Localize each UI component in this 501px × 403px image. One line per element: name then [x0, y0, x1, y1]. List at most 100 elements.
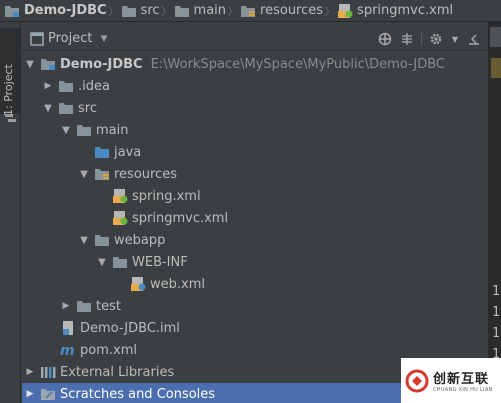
breadcrumb-project-label: Demo-JDBC	[24, 3, 107, 18]
panel-toolbar: ▼	[377, 27, 482, 51]
collapsed-arrow-icon[interactable]: ▶	[42, 81, 54, 91]
tree-item-label: pom.xml	[80, 342, 137, 358]
tree-item-label: .idea	[78, 78, 110, 94]
tree-item-label: External Libraries	[60, 364, 175, 380]
folder-icon	[59, 81, 73, 92]
project-view-selector[interactable]: Project ▼	[22, 31, 107, 46]
spring-xml-icon	[113, 189, 128, 203]
collapsed-arrow-icon[interactable]: ▶	[24, 389, 36, 399]
breadcrumb: Demo-JDBC 〉 src 〉 main 〉 resources 〉 spr…	[0, 0, 501, 22]
settings-dropdown-icon[interactable]: ▼	[450, 31, 460, 47]
tree-item-label: src	[78, 100, 97, 116]
collapsed-arrow-icon[interactable]: ▶	[24, 367, 36, 377]
folder-icon	[59, 103, 73, 114]
spring-xml-icon	[338, 3, 353, 18]
ide-window: Demo-JDBC 〉 src 〉 main 〉 resources 〉 spr…	[0, 0, 501, 403]
tree-item-label: webapp	[114, 232, 166, 248]
gutter-line-number: 1	[492, 284, 500, 299]
tree-item-idea[interactable]: ▶ .idea	[22, 75, 488, 97]
expanded-arrow-icon[interactable]: ▼	[96, 257, 108, 268]
watermark-text: 创新互联 CHUANG XIN HU LIAN	[433, 368, 493, 393]
tree-item-label: springmvc.xml	[132, 210, 229, 226]
expanded-arrow-icon[interactable]: ▼	[78, 235, 90, 246]
editor-area[interactable]	[488, 22, 501, 403]
folder-icon	[174, 5, 189, 17]
structure-icon[interactable]	[5, 114, 16, 123]
gutter-line-number: 1	[492, 326, 500, 341]
tree-item-label: test	[96, 298, 121, 314]
expanded-arrow-icon[interactable]: ▼	[60, 125, 72, 136]
expanded-arrow-icon[interactable]: ▼	[24, 59, 36, 70]
expanded-arrow-icon[interactable]: ▼	[42, 103, 54, 114]
tree-item-main[interactable]: ▼ main	[22, 119, 488, 141]
project-tool-tab[interactable]: 1: Project	[0, 28, 21, 116]
spring-xml-icon	[113, 211, 128, 225]
breadcrumb-main[interactable]: main	[174, 3, 226, 18]
watermark-sub-text: CHUANG XIN HU LIAN	[433, 387, 493, 393]
chevron-right-icon: 〉	[108, 4, 120, 18]
tree-item-label: java	[114, 144, 142, 160]
tree-item-label: Scratches and Consoles	[60, 386, 216, 402]
project-tool-tab-label: 1: Project	[2, 64, 15, 116]
tree-item-test[interactable]: ▶ test	[22, 295, 488, 317]
tree-item-src[interactable]: ▼ src	[22, 97, 488, 119]
project-view-icon	[30, 31, 44, 46]
folder-icon	[77, 301, 91, 312]
tree-item-java[interactable]: java	[22, 141, 488, 163]
maven-icon: m	[60, 343, 75, 357]
module-folder-icon	[5, 5, 19, 17]
tree-item-label: Demo-JDBC.iml	[80, 320, 180, 336]
tree-item-label: web.xml	[150, 276, 205, 292]
tree-item-label: resources	[114, 166, 178, 182]
watermark-main-text: 创新互联	[433, 372, 490, 387]
gutter-line-number: 1	[492, 305, 500, 320]
breadcrumb-resources[interactable]: resources	[240, 3, 323, 18]
module-folder-icon	[41, 59, 55, 70]
expanded-arrow-icon[interactable]: ▼	[78, 169, 90, 180]
svg-text:m: m	[60, 343, 75, 357]
scroll-from-source-icon[interactable]	[377, 31, 393, 47]
chevron-right-icon: 〉	[324, 4, 336, 18]
tool-window-stripe: 1: Project	[0, 22, 21, 403]
scratches-icon	[41, 389, 55, 400]
folder-icon	[113, 257, 127, 268]
breadcrumb-src-label: src	[140, 3, 160, 18]
collapsed-arrow-icon[interactable]: ▶	[60, 301, 72, 311]
folder-icon	[95, 235, 109, 246]
settings-gear-icon[interactable]	[428, 31, 444, 47]
editor-highlight	[491, 58, 501, 78]
source-folder-icon	[95, 147, 109, 158]
chevron-down-icon: ▼	[100, 33, 108, 44]
breadcrumb-springmvc-label: springmvc.xml	[357, 3, 454, 18]
tree-item-project-root[interactable]: ▼ Demo-JDBC E:\WorkSpace\MySpace\MyPubli…	[22, 53, 488, 75]
toolbar-divider	[421, 32, 422, 46]
project-panel-title: Project	[48, 31, 93, 46]
tree-item-webapp[interactable]: ▼ webapp	[22, 229, 488, 251]
tree-item-spring-xml[interactable]: spring.xml	[22, 185, 488, 207]
folder-icon	[121, 5, 136, 17]
project-path: E:\WorkSpace\MySpace\MyPublic\Demo-JDBC	[150, 56, 446, 72]
tree-item-iml[interactable]: Demo-JDBC.iml	[22, 317, 488, 339]
breadcrumb-project[interactable]: Demo-JDBC	[4, 3, 107, 18]
project-panel-header: Project ▼ ▼	[22, 27, 488, 51]
tree-item-springmvc-xml[interactable]: springmvc.xml	[22, 207, 488, 229]
tree-item-resources[interactable]: ▼ resources	[22, 163, 488, 185]
resources-folder-icon	[241, 5, 256, 17]
web-xml-icon	[131, 277, 146, 291]
editor-tab[interactable]	[490, 27, 501, 47]
chevron-right-icon: 〉	[161, 4, 173, 18]
breadcrumb-springmvc[interactable]: springmvc.xml	[337, 3, 453, 19]
brand-logo-icon	[405, 369, 429, 392]
tree-item-label: spring.xml	[132, 188, 201, 204]
tree-item-label: Demo-JDBC	[60, 56, 143, 72]
chevron-right-icon: 〉	[227, 4, 239, 18]
tree-item-web-xml[interactable]: web.xml	[22, 273, 488, 295]
collapse-all-icon[interactable]	[399, 31, 415, 47]
breadcrumb-main-label: main	[193, 3, 227, 18]
breadcrumb-src[interactable]: src	[121, 3, 160, 18]
tree-item-web-inf[interactable]: ▼ WEB-INF	[22, 251, 488, 273]
project-tree: ▼ Demo-JDBC E:\WorkSpace\MySpace\MyPubli…	[22, 53, 488, 403]
hide-panel-icon[interactable]	[466, 31, 482, 47]
watermark-logo: 创新互联 CHUANG XIN HU LIAN	[401, 358, 501, 403]
breadcrumb-resources-label: resources	[260, 3, 324, 18]
